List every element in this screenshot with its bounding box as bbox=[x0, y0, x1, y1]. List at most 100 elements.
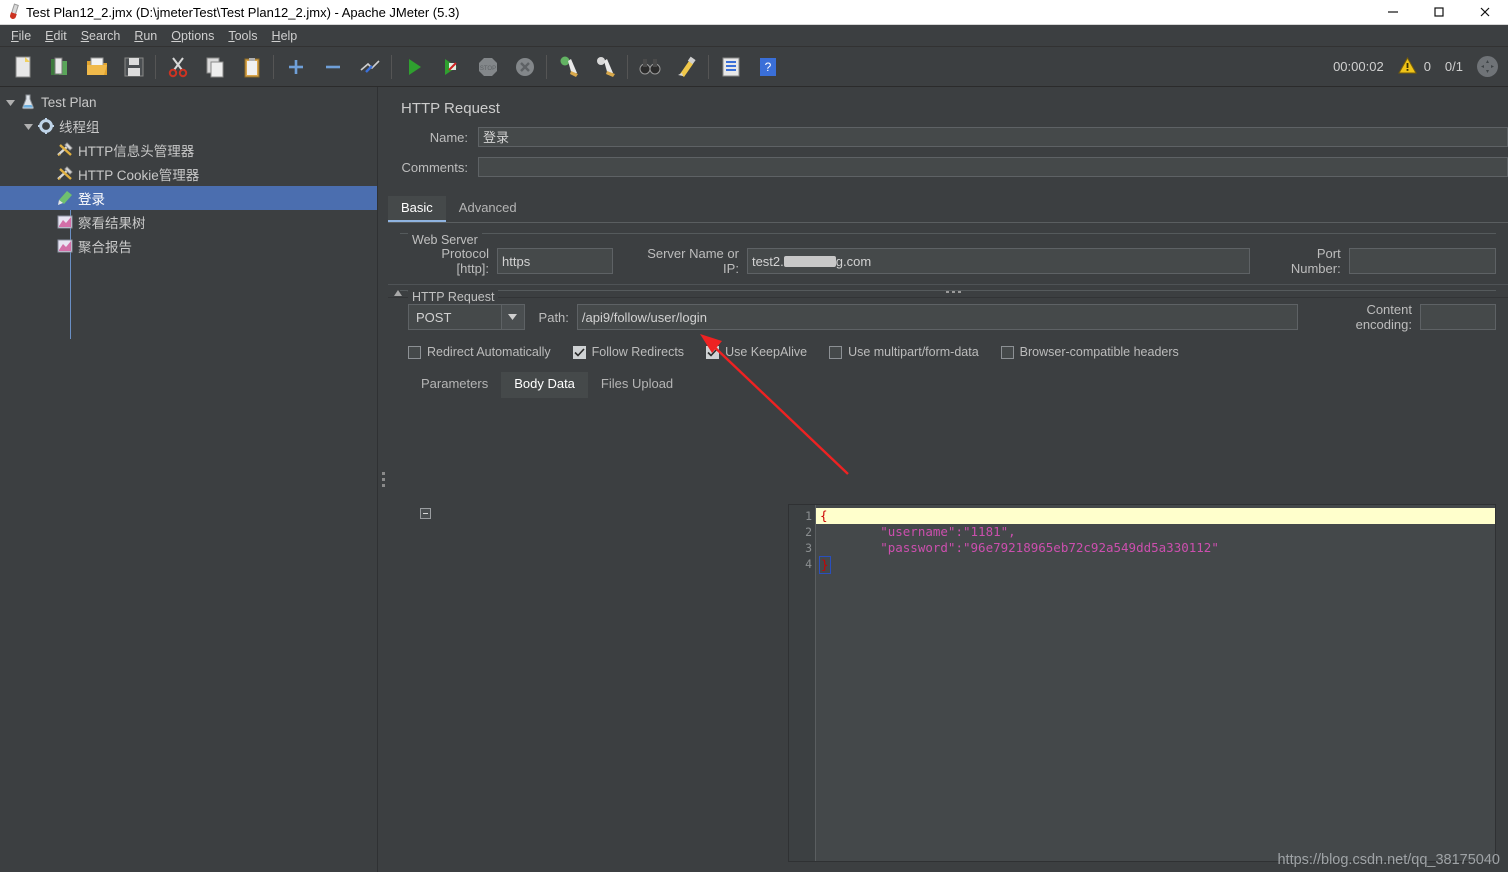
tree-node-label: HTTP Cookie管理器 bbox=[78, 168, 200, 183]
toggle-icon[interactable] bbox=[351, 48, 388, 85]
line-number: 3 bbox=[805, 541, 812, 555]
broom-green-icon[interactable] bbox=[550, 48, 587, 85]
server-name-input[interactable]: test2. g.com bbox=[746, 248, 1250, 274]
checkbox-use-keepalive[interactable]: Use KeepAlive bbox=[706, 345, 807, 359]
maximize-button[interactable] bbox=[1416, 0, 1462, 24]
tree-node-header-manager[interactable]: HTTP信息头管理器 bbox=[0, 138, 377, 162]
name-row: Name: 登录 bbox=[388, 127, 1508, 147]
warning-count: 0 bbox=[1423, 59, 1431, 74]
tab-parameters[interactable]: Parameters bbox=[408, 372, 501, 398]
tree-node-cookie-manager[interactable]: HTTP Cookie管理器 bbox=[0, 162, 377, 186]
comments-row: Comments: bbox=[388, 157, 1508, 177]
new-file-icon[interactable] bbox=[4, 48, 41, 85]
port-number-label: Port Number: bbox=[1290, 246, 1341, 276]
web-server-group: Web Server Protocol [http]: https Server… bbox=[400, 233, 1496, 276]
binoculars-icon[interactable] bbox=[631, 48, 668, 85]
checkbox-use-multipart[interactable]: Use multipart/form-data bbox=[829, 345, 979, 359]
function-helper-icon[interactable] bbox=[712, 48, 749, 85]
help-icon[interactable]: ? bbox=[749, 48, 786, 85]
tab-files-upload[interactable]: Files Upload bbox=[588, 372, 686, 398]
menu-help[interactable]: Help bbox=[265, 27, 305, 45]
body-data-editor[interactable]: 1 2 3 4 { "username":"1181", "password":… bbox=[788, 504, 1496, 862]
play-no-pauses-icon[interactable] bbox=[432, 48, 469, 85]
code-line-text: } bbox=[819, 556, 831, 574]
save-disk-icon[interactable] bbox=[115, 48, 152, 85]
body-tabs: Parameters Body Data Files Upload bbox=[408, 372, 1496, 398]
checkbox-box[interactable] bbox=[1000, 345, 1014, 359]
panel-splitter[interactable] bbox=[378, 87, 388, 872]
svg-text:?: ? bbox=[764, 60, 771, 74]
play-green-icon[interactable] bbox=[395, 48, 432, 85]
checkbox-label: Browser-compatible headers bbox=[1019, 345, 1179, 359]
line-number: 2 bbox=[805, 525, 812, 539]
expand-toggle-icon[interactable] bbox=[2, 98, 18, 107]
tab-body-data[interactable]: Body Data bbox=[501, 372, 588, 398]
path-input[interactable]: /api9/follow/user/login bbox=[576, 304, 1298, 330]
checkbox-redirect-automatically[interactable]: Redirect Automatically bbox=[408, 345, 551, 359]
tab-advanced[interactable]: Advanced bbox=[446, 196, 530, 222]
menu-run[interactable]: Run bbox=[127, 27, 164, 45]
view-results-tree-icon bbox=[55, 214, 75, 230]
tab-basic[interactable]: Basic bbox=[388, 196, 446, 222]
checkbox-label: Use KeepAlive bbox=[725, 345, 808, 359]
minus-icon[interactable] bbox=[314, 48, 351, 85]
menu-edit[interactable]: Edit bbox=[38, 27, 74, 45]
code-line-text: { bbox=[820, 508, 828, 523]
close-button[interactable] bbox=[1462, 0, 1508, 24]
open-folder-icon[interactable] bbox=[78, 48, 115, 85]
code-area[interactable]: { "username":"1181", "password":"96e7921… bbox=[816, 505, 1495, 861]
tree-node-label: 察看结果树 bbox=[78, 216, 146, 231]
server-name-label: Server Name or IP: bbox=[647, 246, 739, 276]
test-plan-tree: Test Plan 线程组 HTTP信息头管理器 HTTP Cookie管理器 … bbox=[0, 87, 377, 258]
toolbar-status: 00:00:02 0 0/1 bbox=[1333, 56, 1508, 77]
warning-triangle-icon[interactable] bbox=[1397, 56, 1417, 77]
plus-icon[interactable] bbox=[277, 48, 314, 85]
checkbox-box[interactable] bbox=[408, 345, 421, 359]
tree-node-thread-group[interactable]: 线程组 bbox=[0, 114, 377, 138]
shutdown-icon[interactable] bbox=[506, 48, 543, 85]
http-request-group: HTTP Request POST Path: /api9/follow/use… bbox=[400, 290, 1496, 398]
checkbox-follow-redirects[interactable]: Follow Redirects bbox=[572, 345, 685, 359]
thread-group-icon bbox=[36, 118, 56, 134]
checkbox-box[interactable] bbox=[706, 345, 720, 359]
page-title: HTTP Request bbox=[401, 100, 500, 117]
tree-node-view-results-tree[interactable]: 察看结果树 bbox=[0, 210, 377, 234]
method-select[interactable]: POST bbox=[408, 304, 525, 330]
clipboard-icon[interactable] bbox=[233, 48, 270, 85]
expand-toggle-icon[interactable] bbox=[20, 122, 36, 131]
copy-icon[interactable] bbox=[196, 48, 233, 85]
tree-node-login-sampler[interactable]: 登录 bbox=[0, 186, 377, 210]
stop-icon[interactable]: STOP bbox=[469, 48, 506, 85]
error-indicator-icon[interactable] bbox=[1477, 56, 1498, 77]
tree-node-test-plan[interactable]: Test Plan bbox=[0, 90, 377, 114]
checkbox-label: Follow Redirects bbox=[591, 345, 685, 359]
main-area: Test Plan 线程组 HTTP信息头管理器 HTTP Cookie管理器 … bbox=[0, 87, 1508, 872]
header-manager-icon bbox=[55, 142, 75, 158]
protocol-input[interactable]: https bbox=[497, 248, 614, 274]
checkbox-box[interactable] bbox=[572, 345, 586, 359]
menu-options[interactable]: Options bbox=[164, 27, 221, 45]
menu-file[interactable]: File bbox=[4, 27, 38, 45]
checkbox-box[interactable] bbox=[829, 345, 843, 359]
scissors-icon[interactable] bbox=[159, 48, 196, 85]
checkbox-label: Use multipart/form-data bbox=[848, 345, 979, 359]
code-line-3: "password":"96e79218965eb72c92a549dd5a33… bbox=[816, 540, 1495, 556]
fold-collapse-icon[interactable] bbox=[420, 508, 431, 519]
checkbox-browser-compatible-headers[interactable]: Browser-compatible headers bbox=[1000, 345, 1179, 359]
broom-all-icon[interactable] bbox=[587, 48, 624, 85]
menu-tools[interactable]: Tools bbox=[221, 27, 264, 45]
checkbox-label: Redirect Automatically bbox=[427, 345, 551, 359]
comments-input[interactable] bbox=[478, 157, 1508, 177]
clear-search-icon[interactable] bbox=[668, 48, 705, 85]
tree-node-aggregate-report[interactable]: 聚合报告 bbox=[0, 234, 377, 258]
line-number: 1 bbox=[805, 509, 812, 523]
minimize-button[interactable] bbox=[1370, 0, 1416, 24]
window-title: Test Plan12_2.jmx (D:\jmeterTest\Test Pl… bbox=[26, 4, 460, 20]
content-encoding-label: Content encoding: bbox=[1355, 302, 1412, 332]
menu-search[interactable]: Search bbox=[74, 27, 128, 45]
port-number-input[interactable] bbox=[1348, 248, 1496, 274]
name-input[interactable]: 登录 bbox=[478, 127, 1508, 147]
content-encoding-input[interactable] bbox=[1419, 304, 1496, 330]
templates-icon[interactable] bbox=[41, 48, 78, 85]
chevron-down-icon[interactable] bbox=[500, 305, 524, 329]
